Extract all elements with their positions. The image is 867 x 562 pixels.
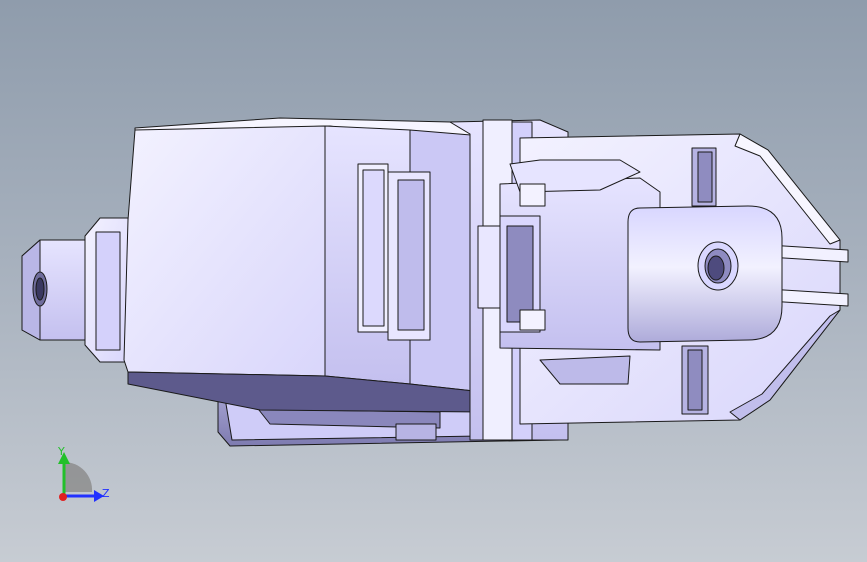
y-axis-label: Y (57, 445, 65, 458)
cad-viewport[interactable]: Y Z (0, 0, 867, 562)
triad-plane-icon (64, 461, 93, 492)
x-axis-dot (59, 493, 67, 501)
z-axis-label: Z (102, 487, 110, 500)
coordinate-triad: Y Z (57, 445, 110, 502)
